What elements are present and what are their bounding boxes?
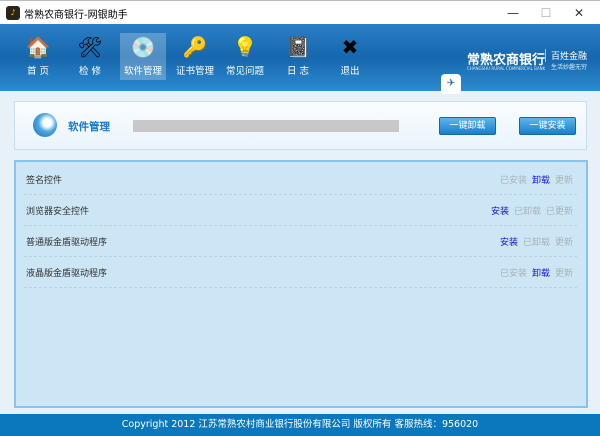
bank-english-name: CHANGSHU RURAL COMMERCIAL BANK [467,66,546,71]
action-link: 已卸载 [522,238,550,248]
action-link: 已安装 [499,269,527,279]
uninstall-all-button[interactable]: 一键卸载 [439,117,496,135]
nav-icon: 💿 [130,35,156,59]
nav-icon: 🛠 [77,35,103,59]
action-link: 已卸载 [513,207,541,217]
window-title: 常熟农商银行-网银助手 [24,10,128,21]
action-link[interactable]: 安装 [491,207,509,217]
nav-item-5[interactable]: 📓 日 志 [275,33,321,80]
nav-label: 常见问题 [225,66,264,77]
nav-item-2[interactable]: 💿 软件管理 [120,33,166,80]
title-bar: ♪ 常熟农商银行-网银助手 — ☐ ✕ [0,0,600,24]
nav-item-4[interactable]: 💡 常见问题 [222,33,268,80]
software-row: 液晶版金盾驱动程序 已安装 卸载 更新 [24,257,577,288]
action-link[interactable]: 安装 [500,238,518,248]
nav-label: 证书管理 [175,66,214,77]
nav-item-3[interactable]: 🔑 证书管理 [172,33,218,80]
magnifier-globe-icon [33,113,57,137]
action-link[interactable]: 卸载 [532,269,550,279]
minimize-button[interactable]: — [503,4,523,22]
nav-icon: 📓 [285,35,311,59]
footer: Copyright 2012 江苏常熟农村商业银行股份有限公司 版权所有 客服热… [0,414,600,436]
nav-icon: 💡 [232,35,258,59]
nav-item-6[interactable]: ✖ 退出 [327,33,373,80]
nav-label: 检 修 [78,66,102,77]
bank-logo-icon: ✈ [441,74,461,94]
nav-item-0[interactable]: 🏠 首 页 [15,33,61,80]
software-row: 普通版金盾驱动程序 安装 已卸载 更新 [24,226,577,257]
nav-icon: 🔑 [182,35,208,59]
action-link: 已更新 [545,207,573,217]
nav-icon: 🏠 [25,35,51,59]
software-name: 签名控件 [26,176,63,186]
action-link: 更新 [554,238,573,248]
nav-label: 软件管理 [123,66,162,77]
slogan: 百姓金融 [545,49,587,62]
software-name: 浏览器安全控件 [26,207,90,217]
action-link: 已安装 [499,176,527,186]
software-row: 浏览器安全控件 安装 已卸载 已更新 [24,195,577,226]
nav-label: 日 志 [286,66,310,77]
panel-title: 软件管理 [68,121,110,133]
progress-bar [133,120,399,132]
nav-label: 退出 [340,66,360,77]
software-name: 普通版金盾驱动程序 [26,238,108,248]
software-panel: 软件管理 一键卸载 一键安装 [14,101,587,150]
software-name: 液晶版金盾驱动程序 [26,269,108,279]
app-icon: ♪ [6,6,20,20]
close-button[interactable]: ✕ [569,4,589,22]
nav-item-1[interactable]: 🛠 检 修 [67,33,113,80]
maximize-button[interactable]: ☐ [536,4,556,22]
nav-label: 首 页 [26,66,50,77]
action-link: 更新 [554,176,573,186]
software-row: 签名控件 已安装 卸载 更新 [24,164,577,195]
action-link: 更新 [554,269,573,279]
software-list: 签名控件 已安装 卸载 更新 浏览器安全控件 安装 已卸载 已更新 普通版金盾驱动程序 安装 已卸载… [14,160,588,408]
action-link[interactable]: 卸载 [532,176,550,186]
install-all-button[interactable]: 一键安装 [519,117,576,135]
nav-icon: ✖ [341,35,359,59]
slogan-sub: 生活妙趣无穷 [551,64,588,71]
